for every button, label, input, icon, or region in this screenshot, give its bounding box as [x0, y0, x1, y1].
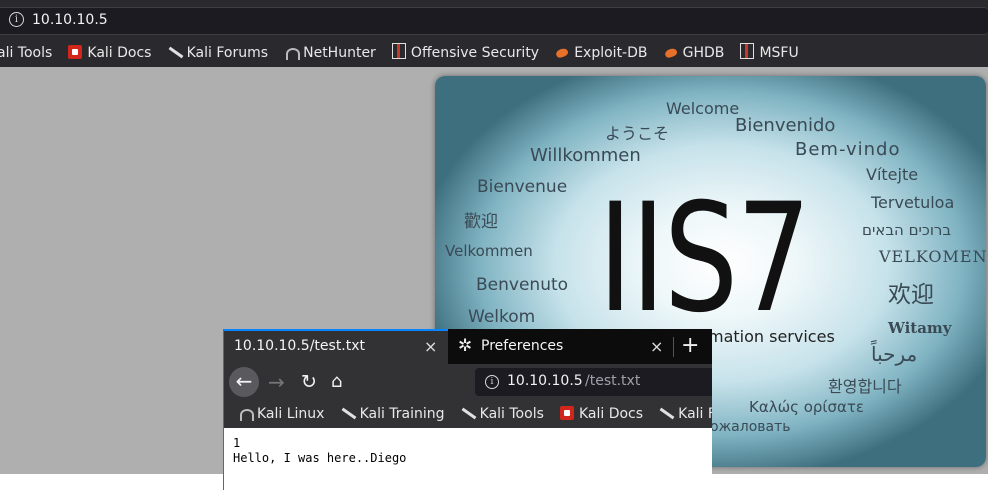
file-content: 1 Hello, I was here..Diego [233, 436, 407, 465]
navigation-toolbar: ← → ↻ ⌂ i 10.10.10.5 /test.txt [224, 364, 712, 400]
iis-word: Welcome [666, 99, 740, 118]
bookmark-kali-forums[interactable]: Kali Foru [659, 403, 712, 425]
info-icon[interactable]: i [9, 12, 24, 27]
info-icon[interactable]: i [485, 375, 499, 389]
tab-test-txt[interactable]: 10.10.10.5/test.txt × [224, 329, 448, 364]
iis-word: Willkommen [530, 145, 641, 166]
iis-word: VELKOMEN [879, 247, 986, 266]
url-bar[interactable]: i 10.10.10.5 /test.txt [475, 368, 712, 396]
msfu-icon [740, 43, 755, 59]
bookmark-msfu[interactable]: MSFU [740, 42, 799, 64]
iis-word: Tervetuloa [871, 193, 955, 212]
tab-preferences[interactable]: ✲ Preferences × [448, 329, 673, 364]
bookmark-nethunter[interactable]: NetHunter [284, 42, 376, 64]
iis-word: ברוכים הבאים [862, 221, 952, 239]
kali-docs-icon [559, 406, 574, 420]
iis7-logo-text: IIS7 [598, 172, 811, 346]
bookmark-label: Offensive Security [410, 45, 540, 61]
back-button[interactable]: ← [229, 367, 259, 397]
foreground-browser-window: 10.10.10.5/test.txt × ✲ Preferences × + … [224, 329, 712, 490]
iis-word: 歡迎 [464, 212, 498, 232]
kali-forums-icon [659, 406, 673, 420]
exploit-db-icon [555, 45, 569, 59]
url-path[interactable]: /test.txt [585, 373, 640, 389]
ghdb-icon [664, 45, 678, 59]
bookmark-label: Kali Docs [578, 406, 644, 422]
iis-word: Benvenuto [476, 275, 569, 295]
bookmark-kali-docs[interactable]: Kali Docs [68, 42, 151, 64]
new-tab-button[interactable]: + [681, 329, 699, 362]
iis-word: Bienvenue [477, 177, 568, 197]
url-host[interactable]: 10.10.10.5 [507, 373, 583, 389]
tab-label: Preferences [481, 338, 564, 354]
url-bar[interactable]: i 10.10.10.5 [0, 7, 988, 35]
bookmarks-toolbar: ali Tools Kali Docs Kali Forums NetHunte… [0, 42, 810, 64]
iis-word: 欢迎 [888, 282, 934, 308]
iis-word: Καλώς ορίσατε [749, 398, 865, 416]
gear-icon: ✲ [458, 336, 473, 356]
kali-training-icon [341, 406, 355, 420]
home-button[interactable]: ⌂ [331, 367, 342, 397]
bookmark-label: Kali Training [359, 406, 445, 422]
bookmark-label: Kali Linux [257, 406, 325, 422]
bookmark-ghdb[interactable]: GHDB [664, 42, 725, 64]
bookmarks-toolbar: Kali Linux Kali Training Kali Tools Kali… [224, 400, 712, 428]
iis-word: ようこそ [605, 124, 670, 143]
iis-word: mation services [708, 327, 835, 346]
tab-divider [673, 337, 674, 357]
bookmark-kali-training[interactable]: Kali Training [341, 403, 445, 425]
tab-strip: 10.10.10.5/test.txt × ✲ Preferences × + [224, 329, 712, 364]
kali-docs-icon [68, 45, 83, 59]
bookmark-label: Kali Tools [479, 406, 544, 422]
background-browser-toolbar: i 10.10.10.5 ali Tools Kali Docs Kali Fo… [0, 0, 988, 67]
kali-tools-icon [461, 406, 475, 420]
bookmark-exploit-db[interactable]: Exploit-DB [555, 42, 647, 64]
bookmark-kali-forums[interactable]: Kali Forums [168, 42, 268, 64]
bookmark-label: MSFU [759, 45, 799, 61]
iis-word: 환영합니다 [828, 377, 902, 396]
bookmark-kali-tools[interactable]: Kali Tools [461, 403, 544, 425]
nethunter-icon [284, 45, 301, 60]
text-document: 1 Hello, I was here..Diego [224, 428, 712, 490]
close-icon[interactable]: × [424, 331, 437, 362]
bookmark-label: Exploit-DB [574, 45, 648, 61]
iis-word: Welkom [468, 307, 536, 327]
tab-label: 10.10.10.5/test.txt [234, 338, 366, 354]
iis-word: Bienvenido [735, 115, 836, 136]
kali-linux-icon [238, 406, 254, 421]
iis-word: Bem-vindo [795, 139, 901, 160]
forward-button[interactable]: → [268, 367, 285, 397]
bookmark-offensive-security[interactable]: Offensive Security [391, 42, 540, 64]
url-text[interactable]: 10.10.10.5 [32, 12, 108, 28]
iis-word: Vítejte [866, 165, 919, 184]
bookmark-label: ali Tools [0, 45, 53, 61]
bookmark-label: NetHunter [303, 45, 376, 61]
iis-word: مرحباً [871, 342, 918, 366]
bookmark-label: GHDB [682, 45, 725, 61]
kali-forums-icon [168, 45, 182, 59]
bookmark-kali-docs[interactable]: Kali Docs [559, 403, 644, 425]
reload-button[interactable]: ↻ [301, 367, 317, 397]
close-icon[interactable]: × [650, 329, 663, 364]
bookmark-label: Kali Docs [87, 45, 152, 61]
iis-word: ожаловать [710, 419, 791, 435]
offsec-icon [391, 43, 406, 59]
bookmark-kali-tools[interactable]: ali Tools [0, 42, 52, 64]
iis-word: Witamy [888, 319, 952, 337]
bookmark-kali-linux[interactable]: Kali Linux [238, 403, 324, 425]
bookmark-label: Kali Foru [678, 406, 712, 422]
iis-word: Velkommen [445, 242, 533, 260]
bookmark-label: Kali Forums [186, 45, 269, 61]
